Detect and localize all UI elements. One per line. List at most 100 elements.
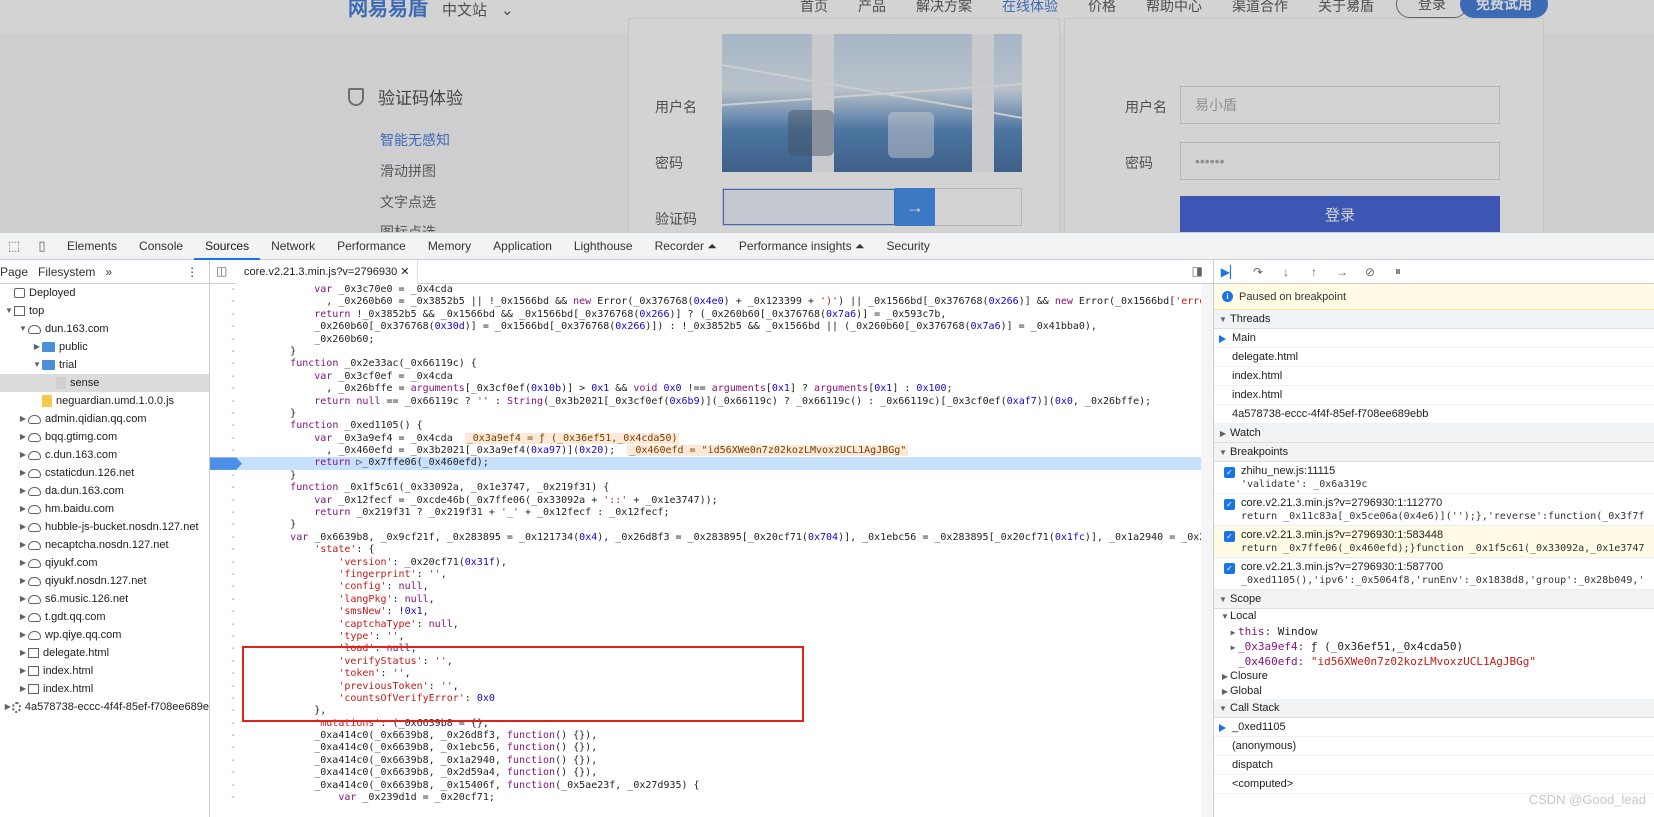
thread-item[interactable]: delegate.html — [1214, 348, 1654, 367]
code-line[interactable]: - , _0x460efd = _0x3b2021[_0x3a9ef4(0xa9… — [210, 445, 1213, 457]
code-line[interactable]: - 'fingerprint': '', — [210, 569, 1213, 581]
line-gutter[interactable]: - — [210, 309, 242, 321]
line-gutter[interactable]: - — [210, 705, 242, 717]
scope-local-header[interactable]: ▼Local — [1214, 609, 1654, 624]
free-trial-button[interactable]: 免费试用 — [1460, 0, 1548, 18]
side-item-icon-click[interactable]: 图标点选 — [380, 222, 436, 232]
tree-item[interactable]: ▶ hm.baidu.com — [0, 500, 209, 518]
expand-down-icon[interactable]: ▼ — [32, 356, 42, 374]
code-line[interactable]: - , _0x26bffe = arguments[_0x3cf0ef(0x10… — [210, 383, 1213, 395]
expand-right-icon[interactable]: ▶ — [18, 608, 28, 626]
code-line[interactable]: - } — [210, 519, 1213, 531]
threads-section-header[interactable]: ▼ Threads — [1214, 310, 1654, 329]
scope-section-header[interactable]: ▼ Scope — [1214, 590, 1654, 609]
expand-right-icon[interactable]: ▶ — [18, 410, 28, 428]
site-nav-link[interactable]: 帮助中心 — [1146, 0, 1202, 16]
line-gutter[interactable]: - — [210, 396, 242, 408]
site-nav-link[interactable]: 价格 — [1088, 0, 1116, 16]
step-out-icon[interactable]: ↑ — [1304, 265, 1324, 279]
devtools-tab[interactable]: Performance — [326, 233, 417, 260]
expand-right-icon[interactable]: ▶ — [18, 536, 28, 554]
devtools-tab[interactable]: Application — [482, 233, 563, 260]
side-item-slider[interactable]: 滑动拼图 — [380, 161, 436, 181]
tree-item[interactable]: Deployed — [0, 284, 209, 302]
callstack-frame[interactable]: _0xed1105 — [1214, 718, 1654, 737]
expand-right-icon[interactable]: ▶ — [1228, 640, 1238, 655]
navigator-subtab[interactable]: » — [105, 265, 122, 279]
expand-right-icon[interactable]: ▶ — [4, 698, 12, 716]
expand-down-icon[interactable]: ▼ — [4, 302, 14, 320]
breakpoint-marker[interactable] — [210, 457, 242, 470]
code-line[interactable]: - 'previousToken': '', — [210, 681, 1213, 693]
devtools-tab[interactable]: Memory — [417, 233, 482, 260]
line-gutter[interactable]: - — [210, 445, 242, 457]
side-item-text-click[interactable]: 文字点选 — [380, 192, 436, 212]
devtools-tab[interactable]: Lighthouse — [563, 233, 644, 260]
line-gutter[interactable]: - — [210, 383, 242, 395]
site-nav-link[interactable]: 渠道合作 — [1232, 0, 1288, 16]
line-gutter[interactable]: - — [210, 581, 242, 593]
devtools-tab[interactable]: Elements — [56, 233, 128, 260]
line-gutter[interactable]: - — [210, 482, 242, 494]
watch-section-header[interactable]: ▶ Watch — [1214, 424, 1654, 443]
code-line[interactable]: - _0xa414c0(_0x6639b8, _0x1ebc56, functi… — [210, 742, 1213, 754]
breakpoints-section-header[interactable]: ▼ Breakpoints — [1214, 443, 1654, 462]
expand-right-icon[interactable]: ▶ — [18, 554, 28, 572]
line-gutter[interactable]: - — [210, 681, 242, 693]
site-nav-link[interactable]: 产品 — [858, 0, 886, 16]
tree-item[interactable]: sense — [0, 374, 209, 392]
code-line[interactable]: - function _0xed1105() { — [210, 420, 1213, 432]
captcha-slider[interactable]: → — [722, 188, 1022, 226]
expand-right-icon[interactable]: ▶ — [18, 590, 28, 608]
line-gutter[interactable]: - — [210, 470, 242, 482]
breakpoint-line[interactable]: return ▷_0x7ffe06(_0x460efd); — [210, 457, 1213, 470]
line-gutter[interactable]: - — [210, 544, 242, 556]
callstack-frame[interactable]: (anonymous) — [1214, 737, 1654, 756]
thread-item[interactable]: index.html — [1214, 367, 1654, 386]
code-line[interactable]: - return _0x219f31 ? _0x219f31 + '_' + _… — [210, 507, 1213, 519]
pause-on-exceptions-icon[interactable]: ⏸ — [1388, 264, 1408, 279]
code-line[interactable]: - 'version': _0x20cf71(0x31f), — [210, 557, 1213, 569]
line-gutter[interactable]: - — [210, 507, 242, 519]
scope-global[interactable]: ▶ Global — [1214, 684, 1654, 699]
tree-item[interactable]: ▼ dun.163.com — [0, 320, 209, 338]
line-gutter[interactable]: - — [210, 643, 242, 655]
line-gutter[interactable]: - — [210, 569, 242, 581]
code-line[interactable]: - _0xa414c0(_0x6639b8, _0x2d59a4, functi… — [210, 767, 1213, 779]
breakpoint-item[interactable]: ✓ zhihu_new.js:11115 'validate': _0x6a319c — [1214, 462, 1654, 494]
code-line[interactable]: - }, — [210, 705, 1213, 717]
devtools-tab[interactable]: Console — [128, 233, 194, 260]
expand-right-icon[interactable]: ▶ — [18, 662, 28, 680]
navigator-subtab[interactable]: Page — [0, 265, 38, 279]
line-gutter[interactable]: - — [210, 296, 242, 308]
code-line[interactable]: - 'countsOfVerifyError': 0x0 — [210, 693, 1213, 705]
line-gutter[interactable]: - — [210, 718, 242, 730]
tree-item[interactable]: ▶ index.html — [0, 680, 209, 698]
line-gutter[interactable]: - — [210, 767, 242, 779]
code-line[interactable]: - 'mutations': (_0x6639b8 = {}, — [210, 718, 1213, 730]
tree-item[interactable]: ▶ 4a578738-eccc-4f4f-85ef-f708ee689e — [0, 698, 209, 716]
code-line[interactable]: - 'config': null, — [210, 581, 1213, 593]
code-line[interactable]: - var _0x3cf0ef = _0x4cda — [210, 371, 1213, 383]
checkbox-checked-icon[interactable]: ✓ — [1224, 531, 1235, 542]
step-over-icon[interactable]: ↷ — [1248, 265, 1268, 279]
site-nav-link[interactable]: 解决方案 — [916, 0, 972, 16]
scope-closure[interactable]: ▶ Closure — [1214, 669, 1654, 684]
username-input[interactable]: 易小盾 — [1180, 86, 1500, 124]
tree-item[interactable]: ▶ admin.qidian.qq.com — [0, 410, 209, 428]
code-line[interactable]: - function _0x2e33ac(_0x66119c) { — [210, 358, 1213, 370]
code-line[interactable]: - } — [210, 470, 1213, 482]
demo-login-button[interactable]: 登录 — [1180, 196, 1500, 232]
toggle-debugger-icon[interactable]: ◨ — [1192, 264, 1203, 278]
code-line[interactable]: - 'load': null, — [210, 643, 1213, 655]
thread-item[interactable]: 4a578738-eccc-4f4f-85ef-f708ee689ebb — [1214, 405, 1654, 424]
line-gutter[interactable]: - — [210, 420, 242, 432]
line-gutter[interactable]: - — [210, 631, 242, 643]
side-item-smart[interactable]: 智能无感知 — [380, 130, 450, 150]
line-gutter[interactable]: - — [210, 433, 242, 445]
line-gutter[interactable]: - — [210, 519, 242, 531]
line-gutter[interactable]: - — [210, 742, 242, 754]
devtools-tab[interactable]: Recorder ⏶ — [644, 233, 728, 260]
code-line[interactable]: - function _0x1f5c61(_0x33092a, _0x1e374… — [210, 482, 1213, 494]
code-line[interactable]: - 'captchaType': null, — [210, 619, 1213, 631]
